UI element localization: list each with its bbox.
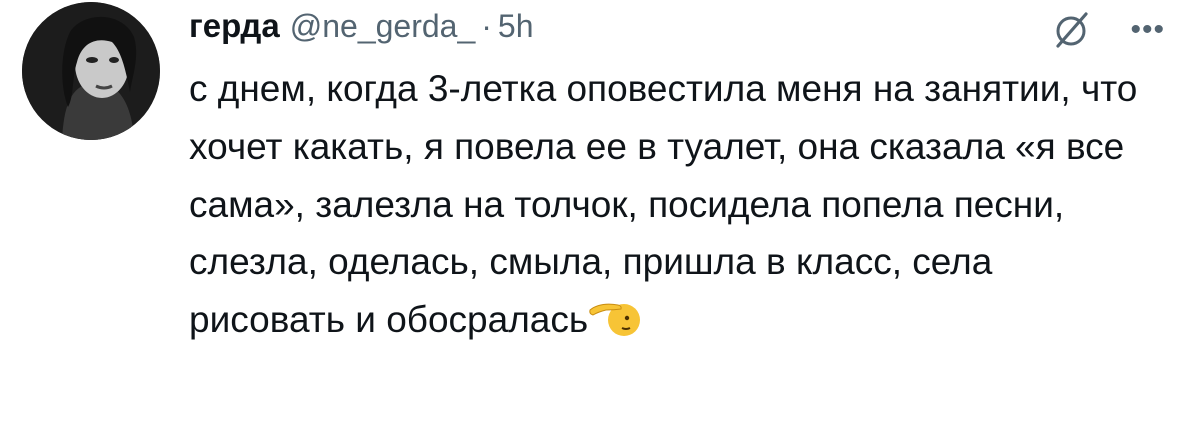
avatar-photo — [22, 2, 160, 140]
avatar[interactable] — [22, 2, 160, 140]
tweet-text: с днем, когда 3-летка оповестила меня на… — [189, 60, 1149, 349]
author-display-name[interactable]: герда — [189, 7, 280, 45]
grok-icon[interactable] — [1052, 10, 1092, 50]
tweet-timestamp[interactable]: 5h — [498, 8, 534, 45]
tweet-header: герда @ne_gerda_ · 5h — [189, 4, 534, 48]
more-options-icon[interactable]: ••• — [1130, 15, 1165, 45]
header-actions: ••• — [1052, 10, 1165, 50]
tweet: герда @ne_gerda_ · 5h ••• с днем, когда … — [0, 0, 1179, 427]
author-handle[interactable]: @ne_gerda_ — [290, 8, 476, 45]
header-separator: · — [481, 7, 492, 44]
saluting-face-emoji — [588, 296, 644, 340]
tweet-text-body: с днем, когда 3-летка оповестила меня на… — [189, 68, 1148, 341]
